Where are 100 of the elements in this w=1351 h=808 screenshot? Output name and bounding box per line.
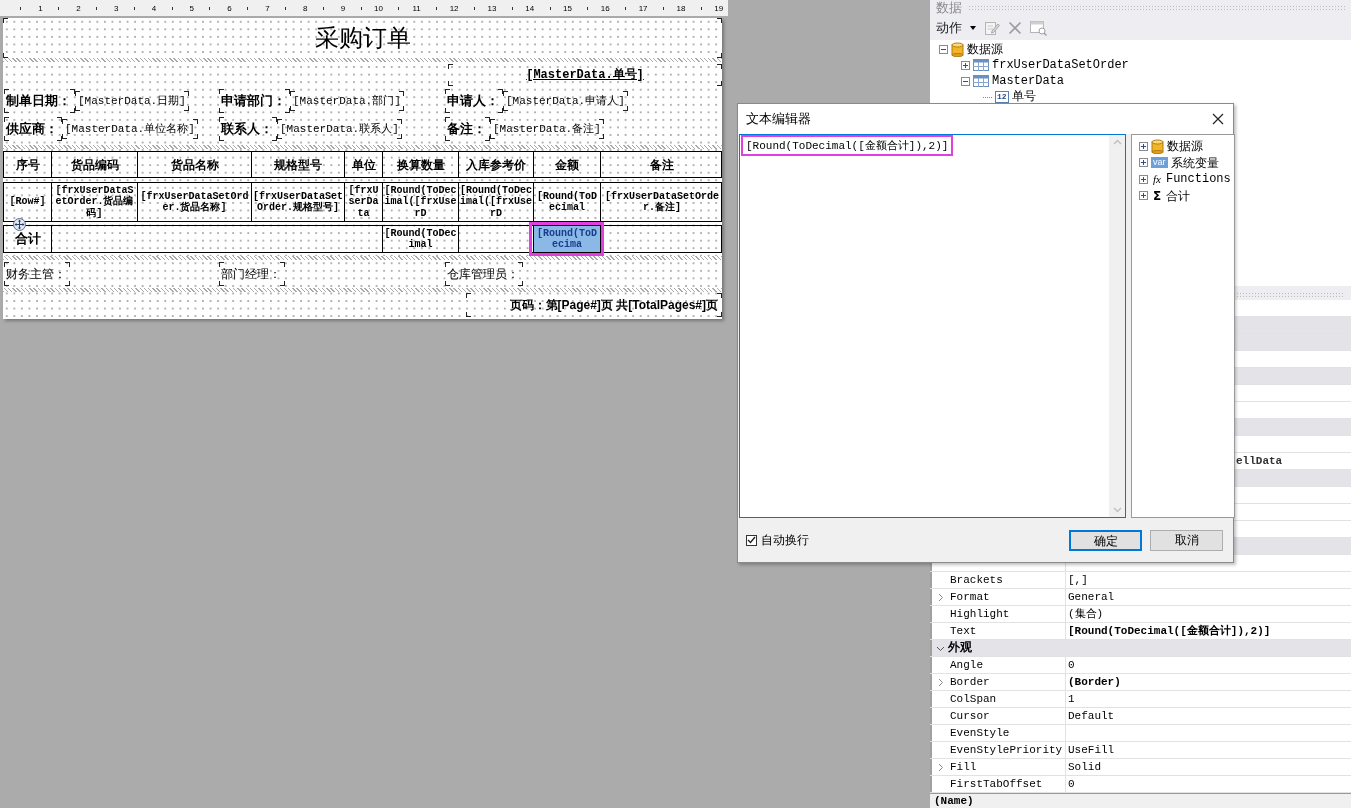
table-cell: [Round(ToDecimal([frxUserD <box>458 183 533 221</box>
ruler-number: 19 <box>714 3 724 13</box>
column-header: 单位 <box>344 152 382 177</box>
ruler-number: 2 <box>76 3 81 13</box>
check-icon <box>747 536 756 544</box>
table-cell: [frxUserData <box>344 183 382 221</box>
ruler-number: 6 <box>227 3 232 13</box>
table-cell[interactable]: [Round(ToDecimal <box>382 226 458 252</box>
expression-text: [Round(ToDecimal([金额合计]),2)] <box>741 135 954 156</box>
property-name: Fill <box>948 759 1066 775</box>
field-label: 联系人： <box>219 117 277 141</box>
tree-item[interactable]: 数据源 <box>1167 137 1203 156</box>
database-icon <box>951 41 964 57</box>
column-header: 换算数量 <box>382 152 458 177</box>
ruler-number: 10 <box>374 3 383 13</box>
signature-label: 部门经理： <box>219 262 285 286</box>
view-button[interactable] <box>1030 20 1047 36</box>
column-header: 备注 <box>600 152 723 177</box>
property-name: Angle <box>948 657 1066 673</box>
ruler-number: 14 <box>525 3 535 13</box>
expand-icon[interactable] <box>1139 191 1148 201</box>
close-icon <box>1008 21 1022 35</box>
column-header: 入库参考价 <box>458 152 533 177</box>
expand-icon[interactable] <box>961 60 970 70</box>
signature-label: 仓库管理员： <box>445 262 523 286</box>
text-input-field[interactable]: [Round(ToDecimal([金额合计]),2)] <box>739 134 1126 518</box>
panel-title: 数据 <box>936 0 962 16</box>
table-search-icon <box>1030 20 1047 36</box>
property-value: (集合) <box>1067 607 1105 622</box>
caret-icon <box>970 26 976 30</box>
collapse-icon[interactable] <box>939 44 948 54</box>
move-handle-icon[interactable] <box>13 218 26 231</box>
property-value: General <box>1067 590 1116 605</box>
signature-label: 财务主管： <box>4 262 70 286</box>
table-cell: [frxUserDataSetOrder.规格型号] <box>251 183 344 221</box>
field-label: 申请人： <box>445 89 503 113</box>
word-wrap-checkbox[interactable]: 自动换行 <box>746 531 809 549</box>
delete-button[interactable] <box>1008 21 1022 35</box>
actions-menu-button[interactable]: 动作 <box>936 18 976 38</box>
tree-item[interactable]: Functions <box>1165 170 1231 189</box>
field-label: 供应商： <box>4 117 62 141</box>
property-name: FirstTabOffset <box>948 776 1066 792</box>
report-title: 采购订单 <box>3 18 722 58</box>
category-header[interactable]: 外观 <box>930 640 1351 657</box>
property-value: 0 <box>1067 777 1076 792</box>
tree-item[interactable]: 单号 <box>1011 88 1036 106</box>
tree-item[interactable]: 系统变量 <box>1170 153 1219 172</box>
property-name: ColSpan <box>948 691 1066 707</box>
close-icon <box>1212 113 1224 125</box>
table-cell: [frxUserDataSetOrder.货品名称] <box>137 183 251 221</box>
table-cell: [Round(ToDecimal([frxUserD <box>382 183 458 221</box>
tree-item[interactable]: frxUserDataSetOrder <box>992 56 1129 74</box>
field-label: 制单日期： <box>4 89 75 113</box>
table-icon <box>973 75 989 87</box>
property-name: Highlight <box>948 606 1066 622</box>
ruler-number: 4 <box>151 3 157 13</box>
property-name: EvenStyle <box>948 725 1066 741</box>
expand-icon[interactable] <box>1139 141 1148 151</box>
property-value: [Round(ToDecimal([金额合计]),2)] <box>1067 623 1272 639</box>
data-field: [MasterData.单位名称] <box>62 118 198 140</box>
property-description: (Name) <box>930 793 1351 808</box>
cancel-button[interactable]: 取消 <box>1150 529 1223 551</box>
column-header: 金额 <box>533 152 600 177</box>
property-name: Format <box>948 589 1066 605</box>
property-value: ellData <box>1236 455 1283 467</box>
dialog-title: 文本编辑器 <box>746 110 811 129</box>
variable-icon: var <box>1151 157 1168 169</box>
tree-item[interactable]: 合计 <box>1166 186 1191 205</box>
ruler-number: 5 <box>189 3 194 13</box>
number-icon: 12 <box>995 91 1009 103</box>
tree-item[interactable]: 数据源 <box>967 40 1003 58</box>
ruler-number: 18 <box>676 3 686 13</box>
table-cell: [Round(ToDecimal <box>533 183 600 221</box>
tree-item[interactable]: MasterData <box>992 72 1064 90</box>
ruler-number: 12 <box>449 3 459 13</box>
ruler-number: 16 <box>600 3 610 13</box>
column-header: 货品编码 <box>51 152 137 177</box>
expand-icon[interactable] <box>1139 158 1148 168</box>
property-name: Border <box>948 674 1066 690</box>
ruler-number: 3 <box>113 3 119 13</box>
ruler-number: 1 <box>38 3 43 13</box>
order-number-field: [MasterData.单号] <box>448 64 722 86</box>
table-cell-text: [Row#] <box>8 195 47 210</box>
ok-button[interactable]: 确定 <box>1069 529 1142 551</box>
table-cell: [frxUserDataSetOrder.备注] <box>600 183 723 221</box>
page-number-field: 页码：第[Page#]页 共[TotalPages#]页 <box>466 293 722 317</box>
collapse-icon[interactable] <box>961 76 970 86</box>
property-value: [,] <box>1067 573 1089 588</box>
expand-icon[interactable] <box>1139 174 1148 184</box>
property-name: Text <box>948 623 1066 639</box>
property-name: EvenStylePriority <box>948 742 1066 758</box>
ruler-number: 8 <box>302 3 308 13</box>
edit-button[interactable] <box>984 20 1000 36</box>
table-cell[interactable]: 合计 <box>4 226 51 252</box>
function-icon: fx <box>1151 173 1163 186</box>
ruler-number: 9 <box>340 3 346 13</box>
field-label: 申请部门： <box>219 89 290 113</box>
column-header: 序号 <box>14 156 41 174</box>
table-cell: [frxUserDataSetOrder.货品编码] <box>51 183 137 221</box>
ruler-number: 11 <box>412 3 421 13</box>
